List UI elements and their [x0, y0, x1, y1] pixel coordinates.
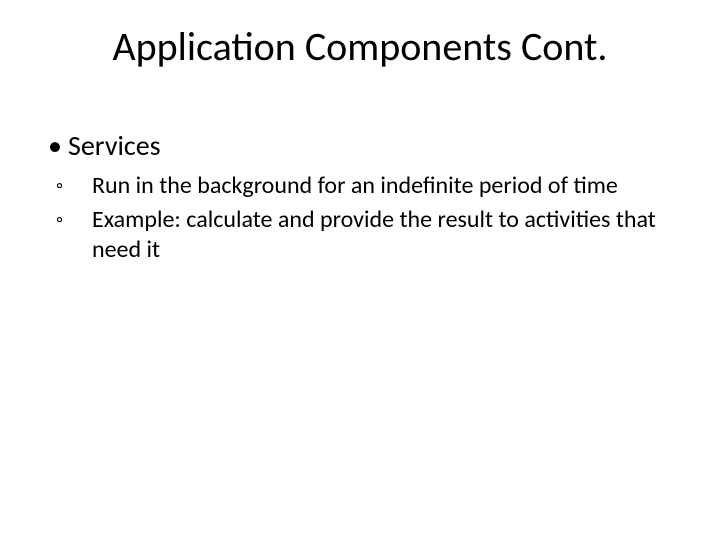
- bullet-ring-icon: ◦: [74, 174, 92, 199]
- bullet-level1-text: Services: [68, 128, 161, 163]
- bullet-dot-icon: •: [48, 128, 68, 163]
- bullet-level2: ◦Example: calculate and provide the resu…: [48, 205, 660, 265]
- slide-title: Application Components Cont.: [0, 22, 720, 71]
- bullet-level1: •Services: [48, 128, 660, 163]
- bullet-level2-text: Example: calculate and provide the resul…: [92, 205, 656, 264]
- slide-body: •Services ◦Run in the background for an …: [48, 128, 660, 269]
- slide: Application Components Cont. •Services ◦…: [0, 0, 720, 540]
- bullet-ring-icon: ◦: [74, 208, 92, 233]
- bullet-level2-text: Run in the background for an indefinite …: [92, 171, 618, 200]
- bullet-level2: ◦Run in the background for an indefinite…: [48, 171, 660, 201]
